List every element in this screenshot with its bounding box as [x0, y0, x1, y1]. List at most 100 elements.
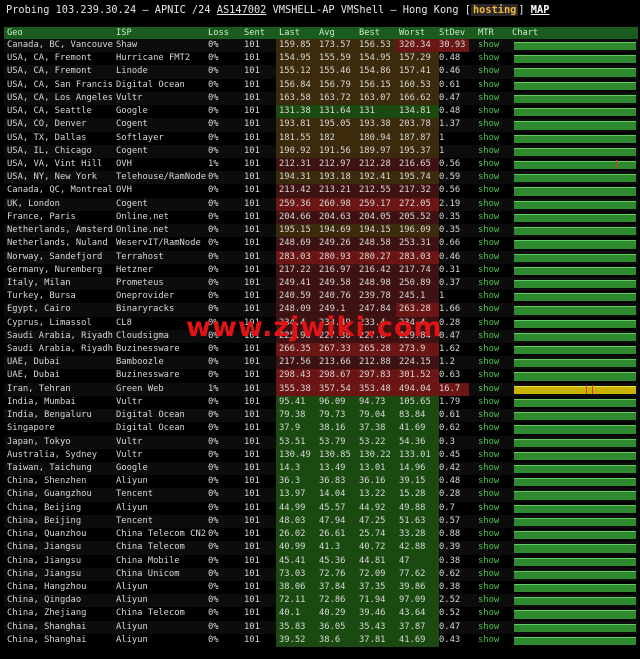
mtr-show-link[interactable]: show: [478, 158, 506, 171]
mtr-show-link[interactable]: show: [478, 475, 506, 488]
latency-chart[interactable]: [512, 475, 638, 488]
latency-chart[interactable]: [512, 237, 638, 250]
latency-chart[interactable]: [512, 488, 638, 501]
latency-chart[interactable]: [512, 555, 638, 568]
latency-chart[interactable]: [512, 383, 638, 396]
mtr-show-link[interactable]: show: [478, 52, 506, 65]
latency-chart[interactable]: [512, 462, 638, 475]
latency-chart[interactable]: [512, 449, 638, 462]
mtr-show-link[interactable]: show: [478, 330, 506, 343]
mtr-show-link[interactable]: show: [478, 171, 506, 184]
latency-chart[interactable]: [512, 184, 638, 197]
mtr-show-link[interactable]: show: [478, 39, 506, 52]
mtr-show-link[interactable]: show: [478, 105, 506, 118]
mtr-show-link[interactable]: show: [478, 541, 506, 554]
mtr-show-link[interactable]: show: [478, 396, 506, 409]
mtr-show-link[interactable]: show: [478, 528, 506, 541]
latency-chart[interactable]: [512, 396, 638, 409]
mtr-show-link[interactable]: show: [478, 132, 506, 145]
mtr-show-link[interactable]: show: [478, 65, 506, 78]
asn-link[interactable]: AS147002: [217, 4, 267, 16]
latency-chart[interactable]: [512, 634, 638, 647]
mtr-show-link[interactable]: show: [478, 277, 506, 290]
col-avg[interactable]: Avg: [316, 27, 359, 39]
latency-chart[interactable]: [512, 343, 638, 356]
col-geo[interactable]: Geo: [7, 27, 113, 39]
mtr-show-link[interactable]: show: [478, 356, 506, 369]
mtr-show-link[interactable]: show: [478, 436, 506, 449]
col-isp[interactable]: ISP: [116, 27, 208, 39]
latency-chart[interactable]: [512, 607, 638, 620]
latency-chart[interactable]: [512, 171, 638, 184]
latency-chart[interactable]: [512, 422, 638, 435]
latency-chart[interactable]: [512, 581, 638, 594]
mtr-show-link[interactable]: show: [478, 369, 506, 382]
mtr-show-link[interactable]: show: [478, 594, 506, 607]
mtr-show-link[interactable]: show: [478, 568, 506, 581]
col-stdev[interactable]: StDev: [436, 27, 469, 39]
latency-chart[interactable]: [512, 132, 638, 145]
latency-chart[interactable]: [512, 621, 638, 634]
latency-chart[interactable]: [512, 224, 638, 237]
mtr-show-link[interactable]: show: [478, 251, 506, 264]
latency-chart[interactable]: [512, 528, 638, 541]
mtr-show-link[interactable]: show: [478, 502, 506, 515]
latency-chart[interactable]: [512, 541, 638, 554]
mtr-show-link[interactable]: show: [478, 621, 506, 634]
latency-chart[interactable]: [512, 92, 638, 105]
map-link[interactable]: MAP: [531, 4, 550, 16]
mtr-show-link[interactable]: show: [478, 211, 506, 224]
mtr-show-link[interactable]: show: [478, 488, 506, 501]
mtr-show-link[interactable]: show: [478, 409, 506, 422]
mtr-show-link[interactable]: show: [478, 462, 506, 475]
latency-chart[interactable]: [512, 158, 638, 171]
latency-chart[interactable]: [512, 52, 638, 65]
latency-chart[interactable]: [512, 39, 638, 52]
latency-chart[interactable]: [512, 369, 638, 382]
mtr-show-link[interactable]: show: [478, 449, 506, 462]
mtr-show-link[interactable]: show: [478, 581, 506, 594]
latency-chart[interactable]: [512, 65, 638, 78]
mtr-show-link[interactable]: show: [478, 422, 506, 435]
mtr-show-link[interactable]: show: [478, 290, 506, 303]
mtr-show-link[interactable]: show: [478, 92, 506, 105]
mtr-show-link[interactable]: show: [478, 317, 506, 330]
latency-chart[interactable]: [512, 211, 638, 224]
col-mtr[interactable]: MTR: [478, 27, 506, 39]
latency-chart[interactable]: [512, 356, 638, 369]
mtr-show-link[interactable]: show: [478, 607, 506, 620]
mtr-show-link[interactable]: show: [478, 383, 506, 396]
latency-chart[interactable]: [512, 303, 638, 316]
mtr-show-link[interactable]: show: [478, 515, 506, 528]
mtr-show-link[interactable]: show: [478, 237, 506, 250]
latency-chart[interactable]: [512, 277, 638, 290]
latency-chart[interactable]: [512, 118, 638, 131]
mtr-show-link[interactable]: show: [478, 303, 506, 316]
mtr-show-link[interactable]: show: [478, 224, 506, 237]
mtr-show-link[interactable]: show: [478, 555, 506, 568]
latency-chart[interactable]: [512, 502, 638, 515]
mtr-show-link[interactable]: show: [478, 184, 506, 197]
col-worst[interactable]: Worst: [396, 27, 439, 39]
col-loss[interactable]: Loss: [208, 27, 238, 39]
mtr-show-link[interactable]: show: [478, 264, 506, 277]
latency-chart[interactable]: [512, 198, 638, 211]
latency-chart[interactable]: [512, 330, 638, 343]
latency-chart[interactable]: [512, 594, 638, 607]
mtr-show-link[interactable]: show: [478, 118, 506, 131]
mtr-show-link[interactable]: show: [478, 79, 506, 92]
latency-chart[interactable]: [512, 290, 638, 303]
latency-chart[interactable]: [512, 251, 638, 264]
mtr-show-link[interactable]: show: [478, 145, 506, 158]
col-last[interactable]: Last: [276, 27, 319, 39]
latency-chart[interactable]: [512, 145, 638, 158]
latency-chart[interactable]: [512, 79, 638, 92]
latency-chart[interactable]: [512, 436, 638, 449]
col-chart[interactable]: Chart: [512, 27, 638, 39]
mtr-show-link[interactable]: show: [478, 343, 506, 356]
latency-chart[interactable]: [512, 568, 638, 581]
col-best[interactable]: Best: [356, 27, 399, 39]
latency-chart[interactable]: [512, 515, 638, 528]
mtr-show-link[interactable]: show: [478, 634, 506, 647]
latency-chart[interactable]: [512, 105, 638, 118]
